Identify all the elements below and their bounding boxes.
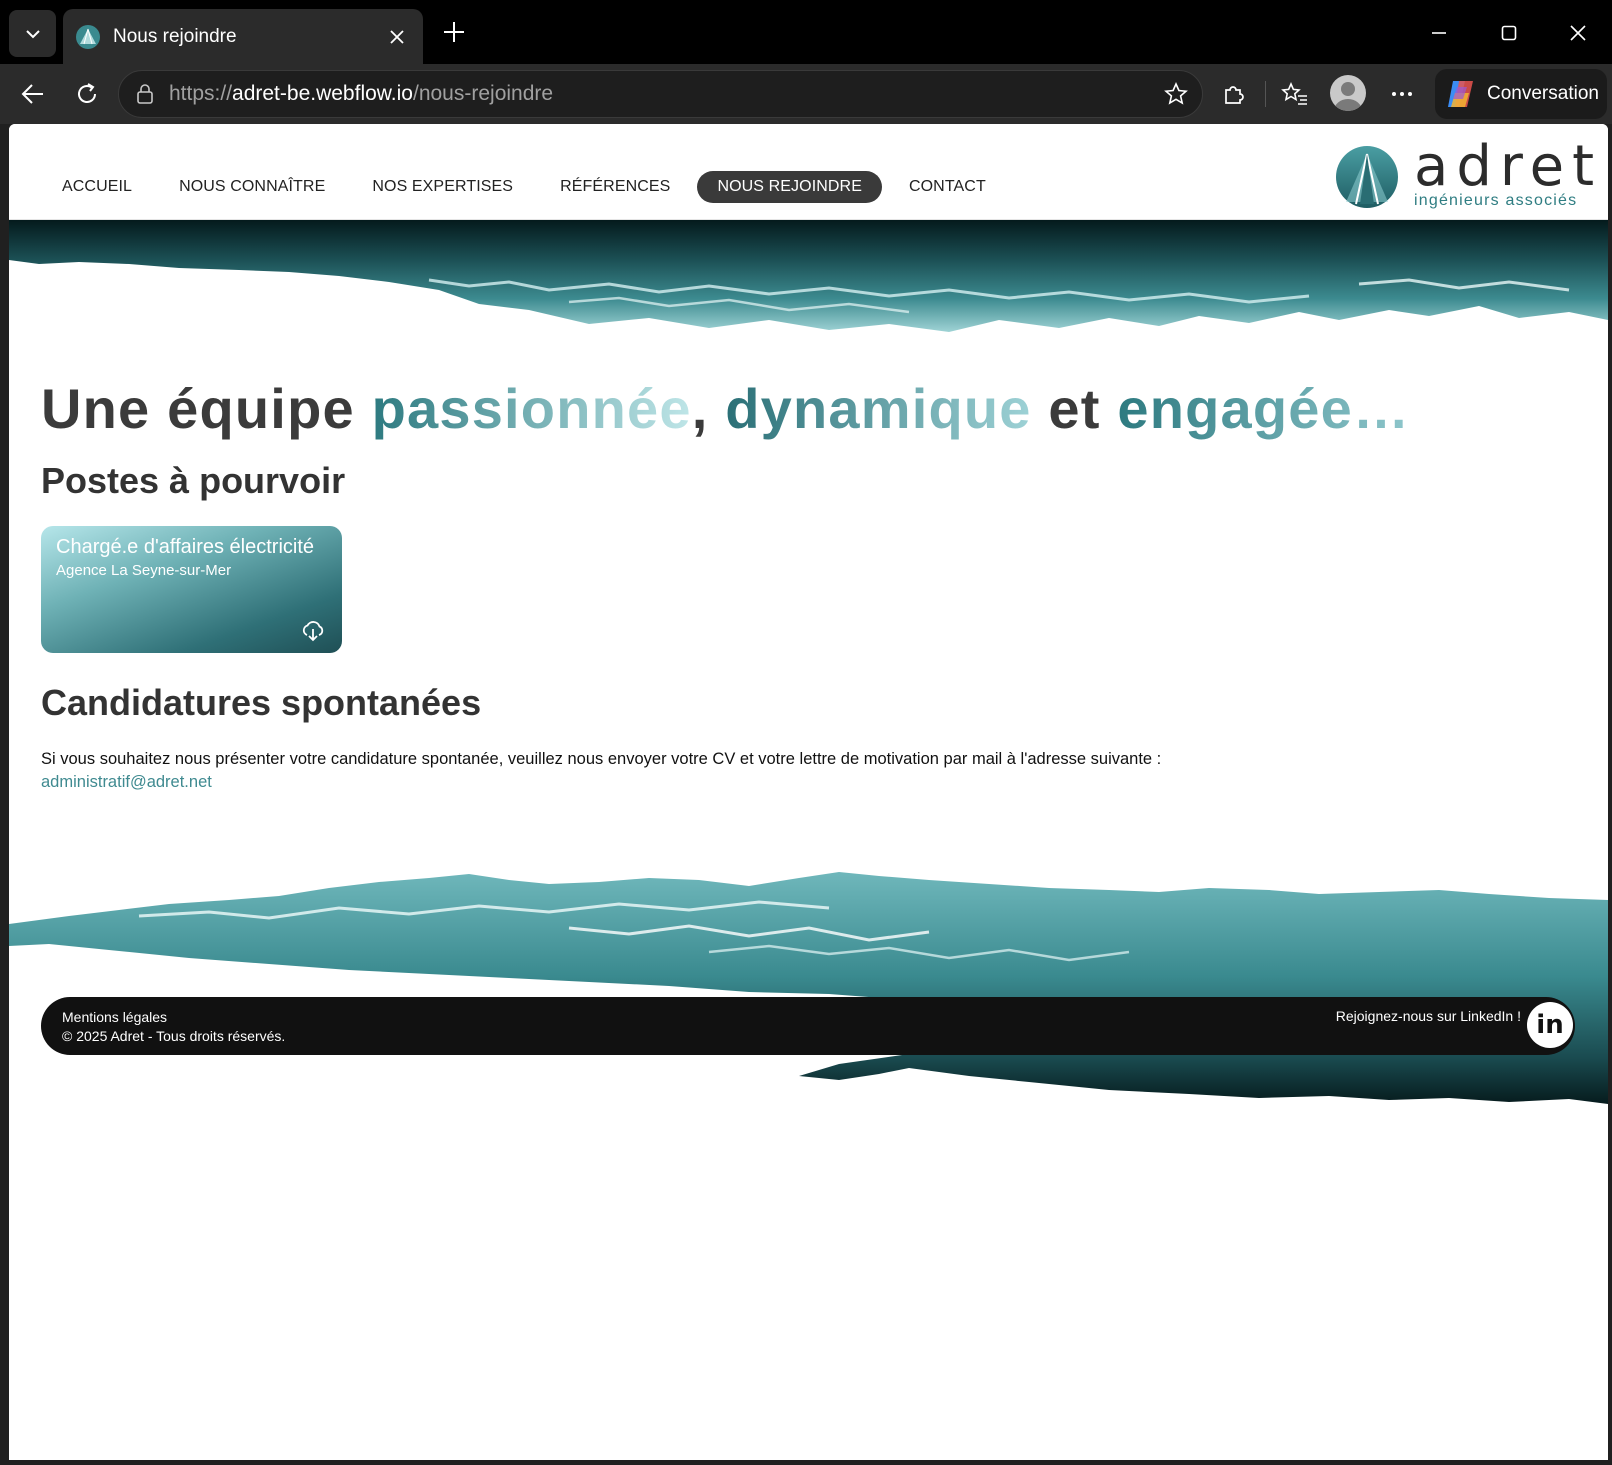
web-page: ACCUEIL NOUS CONNAÎTRE NOS EXPERTISES RÉ… <box>9 124 1608 1460</box>
menu-item-references[interactable]: RÉFÉRENCES <box>540 171 690 203</box>
logo-subtitle: ingénieurs associés <box>1414 192 1578 209</box>
tab-title: Nous rejoindre <box>113 25 237 47</box>
legal-link[interactable]: Mentions légales <box>62 1008 285 1027</box>
site-header: ACCUEIL NOUS CONNAÎTRE NOS EXPERTISES RÉ… <box>9 124 1608 220</box>
site-logo[interactable]: adret ingénieurs associés <box>1334 134 1603 210</box>
chevron-down-icon <box>25 29 40 38</box>
address-bar[interactable]: https://adret-be.webflow.io/nous-rejoind… <box>118 70 1203 118</box>
new-tab-button[interactable] <box>434 12 474 52</box>
linkedin-text[interactable]: Rejoignez-nous sur LinkedIn ! <box>1336 1008 1521 1024</box>
job-card[interactable]: Chargé.e d'affaires électricité Agence L… <box>41 526 342 653</box>
spontaneous-heading: Candidatures spontanées <box>41 682 482 723</box>
refresh-button[interactable] <box>65 72 109 116</box>
more-horizontal-icon <box>1392 92 1412 96</box>
adret-logo-icon <box>1336 146 1398 208</box>
headline-part3: et <box>1031 377 1118 440</box>
active-tab[interactable]: Nous rejoindre <box>63 9 423 64</box>
copyright-text: © 2025 Adret - Tous droits réservés. <box>62 1028 286 1044</box>
email-link[interactable]: administratif@adret.net <box>41 773 212 792</box>
jobs-heading: Postes à pourvoir <box>41 460 346 501</box>
site-footer: Mentions légales © 2025 Adret - Tous dro… <box>41 997 1575 1055</box>
maximize-icon <box>1501 25 1517 41</box>
refresh-icon <box>78 83 96 103</box>
menu-item-contact[interactable]: CONTACT <box>889 171 1006 203</box>
logo-word: adret <box>1414 134 1603 199</box>
url-path: /nous-rejoindre <box>412 82 554 105</box>
menu-item-nous-connaitre[interactable]: NOUS CONNAÎTRE <box>159 171 345 203</box>
linkedin-icon[interactable]: in <box>1527 1002 1573 1048</box>
mountain-banner-top <box>9 220 1608 332</box>
browser-tab-bar: Nous rejoindre <box>0 0 1612 64</box>
page-headline: Une équipe passionnée, dynamique et enga… <box>41 376 1410 441</box>
favorites-button[interactable] <box>1273 72 1317 116</box>
arrow-left-icon <box>21 84 43 104</box>
minimize-button[interactable] <box>1414 12 1464 54</box>
address-url[interactable]: https://adret-be.webflow.io/nous-rejoind… <box>169 82 1154 106</box>
menu-item-accueil[interactable]: ACCUEIL <box>42 171 152 203</box>
favorite-star-button[interactable] <box>1154 72 1198 116</box>
headline-word-engagee: engagée… <box>1117 377 1411 440</box>
footer-left: Mentions légales © 2025 Adret - Tous dro… <box>62 1008 285 1046</box>
linkedin-icon-label: in <box>1536 1010 1564 1040</box>
plus-icon <box>444 22 464 42</box>
maximize-button[interactable] <box>1484 12 1534 54</box>
menu-item-nous-rejoindre[interactable]: NOUS REJOINDRE <box>697 171 882 203</box>
adret-favicon-icon <box>76 24 100 49</box>
headline-word-passionnee: passionnée <box>371 377 692 440</box>
main-menu: ACCUEIL NOUS CONNAÎTRE NOS EXPERTISES RÉ… <box>42 171 1013 203</box>
extensions-button[interactable] <box>1212 72 1256 116</box>
url-scheme: https:// <box>169 82 233 105</box>
job-title: Chargé.e d'affaires électricité <box>56 536 315 558</box>
close-icon <box>390 29 404 44</box>
more-options-button[interactable] <box>1380 72 1424 116</box>
tab-close-button[interactable] <box>377 17 417 57</box>
tab-list-button[interactable] <box>9 10 56 57</box>
profile-avatar[interactable] <box>1330 75 1366 111</box>
browser-toolbar: https://adret-be.webflow.io/nous-rejoind… <box>0 64 1612 124</box>
close-icon <box>1570 25 1586 41</box>
headline-part1: Une équipe <box>41 377 372 440</box>
logo-text: adret ingénieurs associés <box>1414 134 1603 210</box>
headline-word-dynamique: dynamique <box>725 377 1032 440</box>
url-host: adret-be.webflow.io <box>232 82 413 105</box>
menu-item-nos-expertises[interactable]: NOS EXPERTISES <box>352 171 533 203</box>
headline-part2: , <box>691 377 726 440</box>
favorites-icon <box>1281 82 1307 105</box>
minimize-icon <box>1432 32 1446 34</box>
back-button[interactable] <box>11 72 55 116</box>
spontaneous-text: Si vous souhaitez nous présenter votre c… <box>41 750 1162 768</box>
copilot-icon <box>1448 81 1473 107</box>
star-icon <box>1164 82 1188 105</box>
user-icon <box>1334 82 1362 111</box>
cloud-download-icon[interactable] <box>300 617 326 643</box>
puzzle-icon <box>1225 86 1244 104</box>
lock-icon[interactable] <box>133 82 157 106</box>
close-window-button[interactable] <box>1553 12 1603 54</box>
copilot-label: Conversation <box>1487 83 1599 104</box>
mountain-banner-bottom <box>9 872 1608 1104</box>
job-agency: Agence La Seyne-sur-Mer <box>56 562 232 579</box>
copilot-conversation-button[interactable]: Conversation <box>1435 69 1607 119</box>
toolbar-separator <box>1265 81 1266 107</box>
